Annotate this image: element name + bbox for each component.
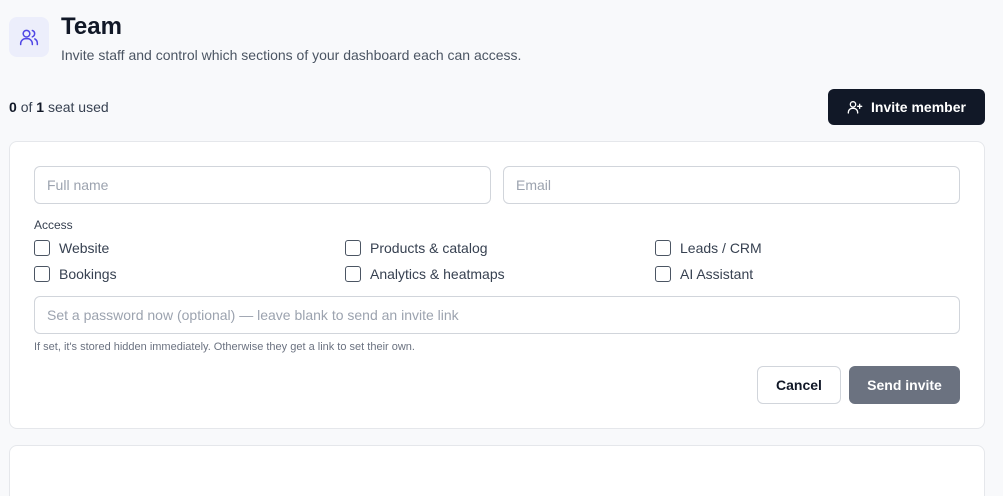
seats-used-count: 0 [9, 99, 17, 115]
seats-total-count: 1 [36, 99, 45, 115]
checkbox-label: Bookings [59, 266, 117, 282]
cancel-button[interactable]: Cancel [757, 366, 841, 404]
checkbox-box[interactable] [34, 240, 50, 256]
user-plus-icon [847, 99, 863, 115]
access-checkbox-leads[interactable]: Leads / CRM [655, 239, 762, 257]
access-label: Access [34, 218, 73, 232]
checkbox-label: Website [59, 240, 110, 256]
checkbox-label: Analytics & heatmaps [370, 266, 505, 282]
checkbox-box[interactable] [345, 266, 361, 282]
send-invite-button[interactable]: Send invite [849, 366, 960, 404]
checkbox-box[interactable] [345, 240, 361, 256]
seat-usage: 0 of 1 seat used [9, 98, 109, 116]
password-input[interactable] [34, 296, 960, 334]
seats-of-label: of [20, 99, 33, 115]
access-checkbox-analytics[interactable]: Analytics & heatmaps [345, 265, 505, 283]
checkbox-box[interactable] [655, 266, 671, 282]
invite-form-card: Access Website Bookings Products & catal… [9, 141, 985, 429]
email-input[interactable] [503, 166, 960, 204]
checkbox-label: Products & catalog [370, 240, 488, 256]
seats-suffix: seat used [47, 99, 109, 115]
users-icon [9, 17, 49, 57]
page-title: Team [61, 13, 122, 40]
checkbox-label: Leads / CRM [680, 240, 762, 256]
checkbox-label: AI Assistant [680, 266, 754, 282]
checkbox-box[interactable] [34, 266, 50, 282]
team-page: Team Invite staff and control which sect… [0, 0, 1003, 496]
page-subtitle: Invite staff and control which sections … [61, 47, 522, 63]
access-checkbox-ai-assistant[interactable]: AI Assistant [655, 265, 753, 283]
invite-member-label: Invite member [871, 99, 966, 115]
access-checkbox-website[interactable]: Website [34, 239, 109, 257]
access-checkbox-products[interactable]: Products & catalog [345, 239, 488, 257]
team-members-card [9, 445, 985, 496]
full-name-input[interactable] [34, 166, 491, 204]
invite-member-button[interactable]: Invite member [828, 89, 985, 125]
password-hint: If set, it's stored hidden immediately. … [34, 341, 415, 353]
checkbox-box[interactable] [655, 240, 671, 256]
access-checkbox-bookings[interactable]: Bookings [34, 265, 117, 283]
